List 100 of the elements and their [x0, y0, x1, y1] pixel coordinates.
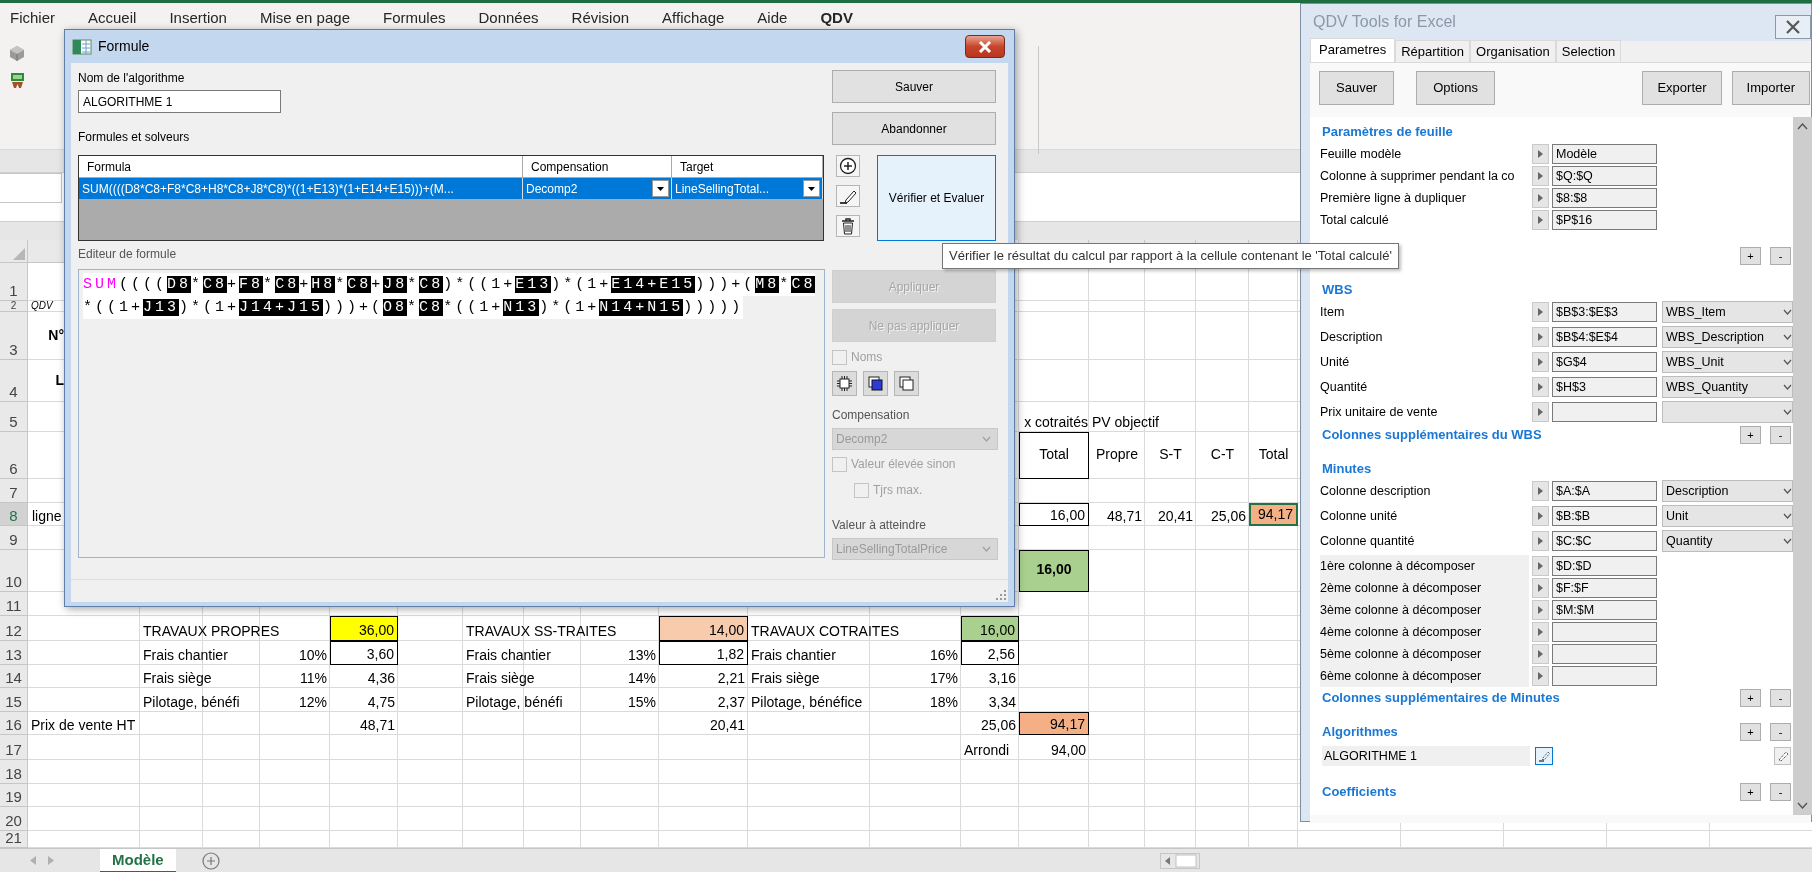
choice-dropdown[interactable]: Quantity [1662, 530, 1793, 552]
pick-button[interactable] [1532, 556, 1549, 576]
pick-button[interactable] [1532, 144, 1549, 164]
row-number[interactable]: 1 [0, 263, 28, 301]
choice-dropdown[interactable]: Unit [1662, 505, 1793, 527]
range-field[interactable]: $H$3 [1552, 377, 1657, 397]
formula-editor[interactable]: SUM((((D8*C8+F8*C8+H8*C8+J8*C8)*((1+E13)*(1+E14+E15)))+(M8*C8 *((1+J13)*(1+J14+J15)))+(O8*C8*((1+N13)*(1+N14+N15))))) [78, 269, 825, 558]
dropdown-cell[interactable]: LineSellingTotal... [672, 178, 823, 199]
dropdown-cell[interactable]: Decomp2 [523, 178, 672, 199]
add-button[interactable] [836, 155, 860, 177]
row-number[interactable]: 19 [0, 784, 28, 807]
row-number[interactable]: 20 [0, 807, 28, 831]
pick-button[interactable] [1532, 166, 1549, 186]
choice-dropdown[interactable]: WBS_Unit [1662, 351, 1793, 373]
range-field[interactable]: $Q:$Q [1552, 166, 1657, 186]
small-button[interactable]: - [1770, 426, 1791, 444]
row-number[interactable]: 15 [0, 688, 28, 712]
column-header[interactable]: Target [672, 156, 823, 178]
panel-tab[interactable]: Répartition [1395, 40, 1471, 62]
pick-button[interactable] [1532, 506, 1549, 526]
range-field[interactable] [1552, 644, 1657, 664]
small-button[interactable]: - [1770, 783, 1791, 801]
row-number[interactable]: 12 [0, 616, 28, 641]
algorithm-item[interactable]: ALGORITHME 1 [1322, 746, 1530, 766]
row-number[interactable]: 17 [0, 735, 28, 760]
small-button[interactable]: + [1740, 247, 1761, 265]
action-button[interactable]: Sauver [832, 70, 996, 103]
pick-button[interactable] [1532, 666, 1549, 686]
board-icon[interactable] [9, 72, 26, 89]
range-field[interactable]: $B$3:$E$3 [1552, 302, 1657, 322]
tool-button[interactable] [863, 371, 888, 396]
range-field[interactable]: Modèle [1552, 144, 1657, 164]
pick-button[interactable] [1532, 402, 1549, 422]
pick-button[interactable] [1532, 481, 1549, 501]
pick-button[interactable] [1532, 644, 1549, 664]
row-number[interactable]: 18 [0, 760, 28, 784]
verify-button[interactable]: Vérifier et Evaluer [877, 155, 996, 241]
pick-button[interactable] [1532, 622, 1549, 642]
choice-dropdown[interactable]: Description [1662, 480, 1793, 502]
tool-button[interactable] [832, 371, 857, 396]
row-number[interactable]: 7 [0, 479, 28, 503]
toolbar-button[interactable]: Exporter [1642, 71, 1722, 105]
range-field[interactable]: $C:$C [1552, 531, 1657, 551]
row-number[interactable]: 3 [0, 312, 28, 360]
row-number[interactable]: 8 [0, 503, 28, 526]
column-header[interactable]: Compensation [523, 156, 672, 178]
range-field[interactable]: $A:$A [1552, 481, 1657, 501]
pick-button[interactable] [1532, 531, 1549, 551]
chevron-up-icon[interactable] [1797, 123, 1808, 130]
cube-icon[interactable] [9, 45, 25, 62]
range-field[interactable] [1552, 666, 1657, 686]
pick-button[interactable] [1532, 302, 1549, 322]
row-number[interactable]: 21 [0, 831, 28, 848]
range-field[interactable] [1552, 402, 1657, 422]
pick-button[interactable] [1532, 377, 1549, 397]
formula-cell[interactable]: SUM((((D8*C8+F8*C8+H8*C8+J8*C8)*((1+E13)*(1+E14+E15)))+(M... [79, 178, 523, 199]
small-button[interactable]: + [1740, 783, 1761, 801]
close-button[interactable] [965, 35, 1005, 58]
sheet-tab[interactable]: Modèle [100, 848, 176, 872]
add-icon[interactable] [201, 851, 220, 870]
toolbar-button[interactable]: Importer [1731, 71, 1810, 105]
scrollbar[interactable] [1793, 117, 1812, 815]
delete-button[interactable] [836, 215, 860, 237]
panel-tab[interactable]: Selection [1555, 40, 1622, 62]
toolbar-button[interactable]: Options [1416, 71, 1495, 105]
pick-button[interactable] [1532, 352, 1549, 372]
row-number[interactable]: 10 [0, 550, 28, 592]
row-number[interactable]: 4 [0, 360, 28, 402]
range-field[interactable]: $B:$B [1552, 506, 1657, 526]
row-number[interactable]: 2 [0, 301, 28, 312]
pick-button[interactable] [1532, 600, 1549, 620]
range-field[interactable]: $P$16 [1552, 210, 1657, 230]
name-field[interactable]: ALGORITHME 1 [78, 90, 281, 113]
range-field[interactable]: $B$4:$E$4 [1552, 327, 1657, 347]
row-number[interactable]: 11 [0, 592, 28, 616]
pick-button[interactable] [1532, 578, 1549, 598]
small-button[interactable]: + [1740, 723, 1761, 741]
edit-button[interactable] [836, 185, 860, 207]
choice-dropdown[interactable]: WBS_Item [1662, 301, 1793, 323]
chevron-down-icon[interactable] [1797, 802, 1808, 809]
small-button[interactable]: + [1740, 426, 1761, 444]
range-field[interactable]: $F:$F [1552, 578, 1657, 598]
range-field[interactable]: $M:$M [1552, 600, 1657, 620]
range-field[interactable]: $G$4 [1552, 352, 1657, 372]
row-number[interactable]: 13 [0, 641, 28, 665]
small-button[interactable]: + [1740, 689, 1761, 707]
action-button[interactable]: Abandonner [832, 112, 996, 145]
row-number[interactable]: 5 [0, 402, 28, 432]
range-field[interactable]: $8:$8 [1552, 188, 1657, 208]
row-number[interactable]: 6 [0, 432, 28, 479]
toolbar-button[interactable]: Sauver [1319, 71, 1395, 105]
row-number[interactable]: 9 [0, 526, 28, 550]
pick-button[interactable] [1532, 210, 1549, 230]
ribbon-tab[interactable]: Fichier [10, 3, 55, 35]
panel-tab[interactable]: Organisation [1470, 40, 1556, 62]
choice-dropdown[interactable]: WBS_Quantity [1662, 376, 1793, 398]
resize-grip-icon[interactable] [996, 590, 1006, 600]
row-number[interactable]: 14 [0, 665, 28, 688]
range-field[interactable] [1552, 622, 1657, 642]
cell-text[interactable]: 94,17 [1249, 503, 1298, 526]
